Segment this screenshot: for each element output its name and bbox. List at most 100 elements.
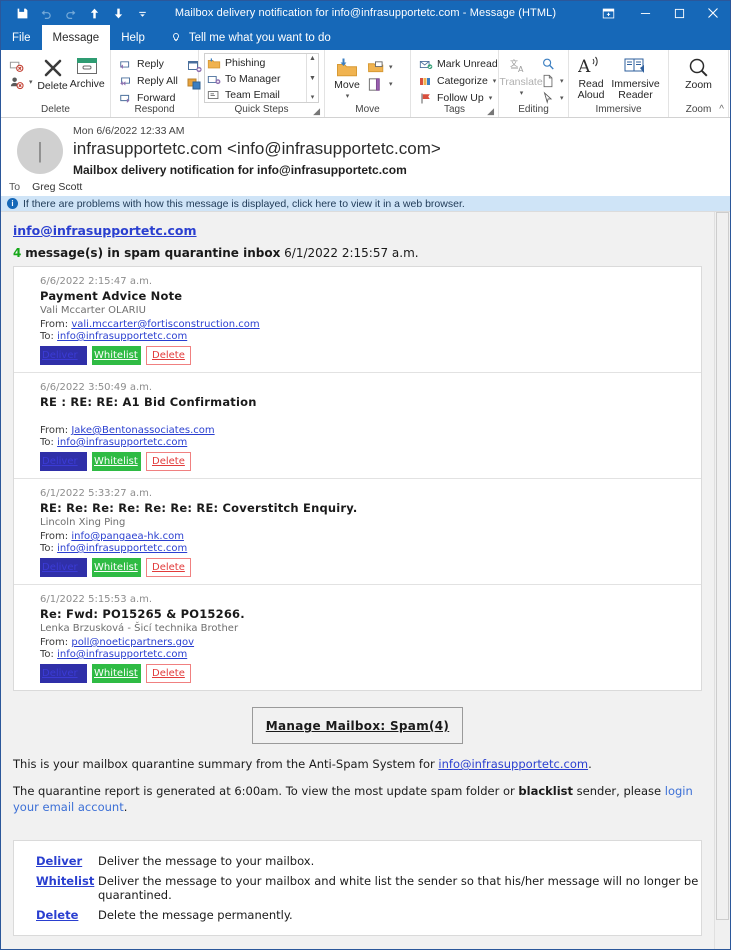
immersive-reader-button-label: Immersive Reader [611,78,660,101]
follow-up-caret-icon[interactable]: ▾ [489,94,493,102]
message-to-address[interactable]: info@infrasupportetc.com [57,543,187,554]
delete-button[interactable]: Delete [36,54,70,94]
rules-caret-icon[interactable]: ▾ [389,63,393,71]
quick-steps-gallery[interactable]: Phishing To Manager Team Email ▲ ▼ ▾ [204,53,319,103]
ribbon-group-respond-label: Respond [134,104,175,115]
account-email-link[interactable]: info@infrasupportetc.com [13,223,197,238]
message-vertical-scrollbar[interactable] [714,212,730,949]
onenote-button[interactable]: ▾ [364,76,396,92]
read-aloud-button[interactable]: A Read Aloud [574,54,608,103]
quick-step-team-email[interactable]: Team Email [207,87,306,103]
find-button[interactable] [538,56,567,72]
maximize-button[interactable] [662,1,696,25]
to-recipient[interactable]: Greg Scott [32,181,82,193]
message-from-address[interactable]: vali.mccarter@fortisconstruction.com [71,319,259,330]
deliver-button[interactable]: Deliver [40,558,87,577]
scrollbar-thumb[interactable] [716,212,729,920]
message-from-address[interactable]: poll@noeticpartners.gov [71,637,194,648]
tell-me-placeholder: Tell me what you want to do [188,31,331,44]
tab-file[interactable]: File [1,25,42,50]
whitelist-button[interactable]: Whitelist [92,664,141,683]
message-actions: Deliver Whitelist Delete [40,558,701,577]
zoom-button-label: Zoom [685,79,712,91]
quick-steps-scrollbar[interactable]: ▲ ▼ ▾ [306,54,318,102]
onenote-caret-icon[interactable]: ▾ [389,80,393,88]
categorize-caret-icon[interactable]: ▾ [493,77,497,85]
quick-step-to-manager[interactable]: To Manager [207,71,306,87]
scrollbar-track[interactable] [715,212,730,949]
delete-button-label: Delete [37,80,68,92]
tab-message[interactable]: Message [41,25,111,50]
rules-button[interactable]: ▾ [364,59,396,75]
ribbon-group-tags-label: Tags ◢ [411,102,498,117]
ribbon-display-options-icon[interactable] [588,1,628,25]
quick-steps-expand-icon[interactable]: ▾ [311,94,315,101]
quick-step-phishing[interactable]: Phishing [207,55,306,71]
minimize-button[interactable] [628,1,662,25]
delete-button[interactable]: Delete [146,452,191,471]
delete-button[interactable]: Delete [146,558,191,577]
categorize-button[interactable]: Categorize ▾ [416,73,501,89]
whitelist-button[interactable]: Whitelist [92,452,141,471]
junk-icon [9,75,24,90]
quarantine-summary-header: info@infrasupportetc.com 4 message(s) in… [1,220,714,266]
deliver-button[interactable]: Deliver [40,664,87,683]
deliver-button[interactable]: Deliver [40,452,87,471]
quick-steps-dialog-launcher-icon[interactable]: ◢ [313,104,320,119]
message-to-address[interactable]: info@infrasupportetc.com [57,331,187,342]
tab-help[interactable]: Help [110,25,156,50]
read-aloud-icon: A [578,56,604,78]
actions-legend: Deliver Deliver the message to your mail… [13,840,702,936]
from-label: From: [40,637,69,648]
legend-term-whitelist[interactable]: Whitelist [36,874,98,888]
whitelist-button[interactable]: Whitelist [92,558,141,577]
ignore-button[interactable] [6,57,36,73]
reply-button[interactable]: Reply [116,56,181,72]
message-to-address[interactable]: info@infrasupportetc.com [57,437,187,448]
archive-button[interactable]: Archive [70,54,105,92]
save-icon[interactable] [11,3,33,23]
translate-caret-icon[interactable]: ▾ [520,89,524,97]
legend-term-delete[interactable]: Delete [36,908,98,922]
mark-unread-button[interactable]: Mark Unread [416,56,501,72]
email-html-content: info@infrasupportetc.com 4 message(s) in… [1,212,714,936]
delete-button[interactable]: Delete [146,346,191,365]
quick-steps-scroll-down-icon[interactable]: ▼ [309,75,316,82]
collapse-ribbon-icon[interactable]: ^ [719,104,724,115]
move-button[interactable]: Move ▾ [330,55,364,102]
summary-account-link[interactable]: info@infrasupportetc.com [438,757,588,771]
reply-all-button[interactable]: Reply All [116,73,181,89]
whitelist-button[interactable]: Whitelist [92,346,141,365]
manage-mailbox-button[interactable]: Manage Mailbox: Spam(4) [251,707,464,744]
quarantined-message-list: 6/6/2022 2:15:47 a.m. Payment Advice Not… [13,266,702,691]
delete-button[interactable]: Delete [146,664,191,683]
tell-me-search[interactable]: Tell me what you want to do [156,25,339,50]
select-page-button[interactable]: ▾ [538,73,567,89]
tags-dialog-launcher-icon[interactable]: ◢ [487,104,494,119]
junk-button[interactable]: ▾ [6,74,36,90]
move-caret-icon[interactable]: ▾ [346,92,350,100]
ribbon-group-move: Move ▾ ▾ ▾ Move [325,50,411,117]
quick-steps-scroll-up-icon[interactable]: ▲ [309,55,316,62]
junk-caret-icon[interactable]: ▾ [29,78,33,86]
immersive-reader-button[interactable]: Immersive Reader [608,54,663,103]
redo-icon[interactable] [59,3,81,23]
deliver-button[interactable]: Deliver [40,346,87,365]
message-to-address[interactable]: info@infrasupportetc.com [57,649,187,660]
close-button[interactable] [696,1,730,25]
translate-button[interactable]: 文A Translate ▾ [499,55,542,99]
quick-step-team-email-label: Team Email [225,89,280,101]
read-aloud-button-label: Read Aloud [577,78,605,101]
customize-quick-access-toolbar-icon[interactable] [131,3,153,23]
next-item-icon[interactable] [107,3,129,23]
previous-item-icon[interactable] [83,3,105,23]
zoom-magnifier-icon [687,57,711,79]
select-page-caret-icon[interactable]: ▾ [560,77,564,85]
message-from-address[interactable]: Jake@Bentonassociates.com [71,425,214,436]
view-in-browser-infobar[interactable]: i If there are problems with how this me… [1,196,730,211]
zoom-button[interactable]: Zoom [681,55,716,93]
message-from-address[interactable]: info@pangaea-hk.com [71,531,184,542]
legend-term-deliver[interactable]: Deliver [36,854,98,868]
undo-icon[interactable] [35,3,57,23]
select-pointer-caret-icon[interactable]: ▾ [560,94,564,102]
